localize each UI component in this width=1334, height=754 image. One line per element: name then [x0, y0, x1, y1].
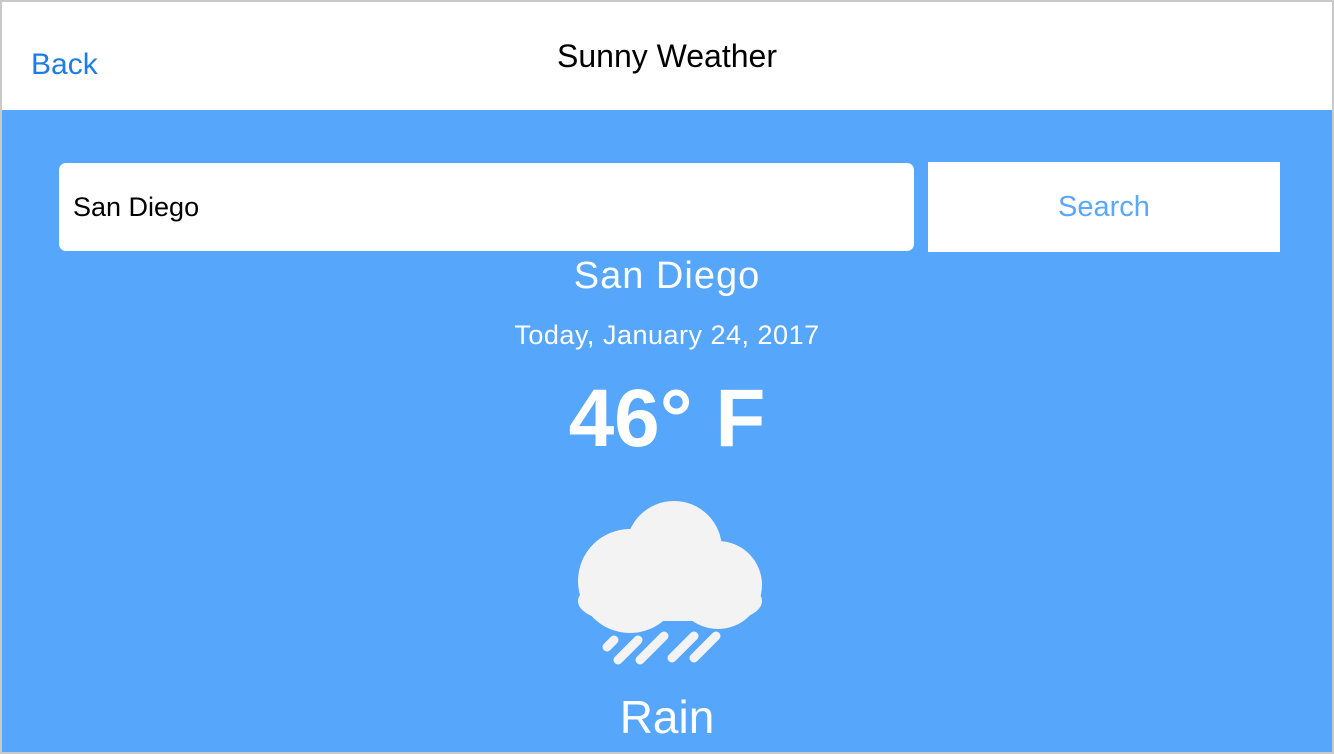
- weather-condition: Rain: [619, 691, 715, 743]
- city-search-input[interactable]: [59, 163, 914, 251]
- page-title: Sunny Weather: [557, 38, 777, 74]
- forecast-date: Today, January 24, 2017: [514, 320, 820, 350]
- city-name: San Diego: [573, 255, 761, 297]
- app-window: Back Sunny Weather Search San Diego Toda…: [2, 2, 1332, 752]
- navigation-bar: Back Sunny Weather: [2, 2, 1332, 110]
- search-button[interactable]: Search: [928, 162, 1280, 252]
- weather-panel: Search San Diego Today, January 24, 2017…: [2, 110, 1332, 752]
- rain-cloud-icon: [578, 501, 762, 665]
- temperature: 46° F: [568, 373, 766, 464]
